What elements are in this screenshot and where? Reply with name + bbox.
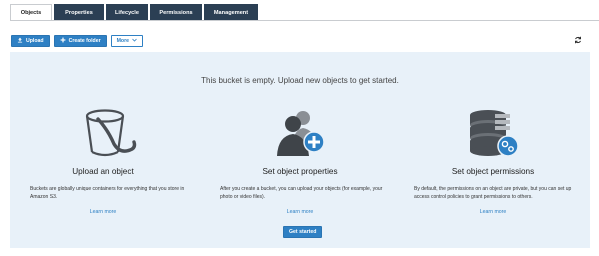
tab-objects[interactable]: Objects: [10, 4, 52, 21]
database-permissions-icon: [464, 108, 522, 163]
object-properties-title: Set object properties: [262, 167, 338, 176]
users-add-icon: [273, 108, 329, 163]
upload-object-learn-more-link[interactable]: Learn more: [18, 209, 188, 215]
bucket-icon: [78, 108, 140, 163]
tab-management[interactable]: Management: [204, 4, 258, 21]
object-permissions-learn-more-link[interactable]: Learn more: [408, 209, 578, 215]
refresh-icon[interactable]: [573, 36, 583, 46]
object-permissions-description: By default, the permissions on an object…: [414, 186, 572, 200]
more-button[interactable]: More: [110, 35, 143, 47]
empty-state-panel: This bucket is empty. Upload new objects…: [10, 52, 590, 248]
upload-icon: [17, 37, 23, 45]
get-started-button[interactable]: Get started: [283, 226, 323, 238]
tab-properties[interactable]: Properties: [54, 4, 104, 21]
tab-divider: [10, 20, 599, 21]
upload-object-description: Buckets are globally unique containers f…: [30, 186, 185, 200]
tab-bar: Objects Properties Lifecycle Permissions…: [10, 4, 260, 21]
upload-button[interactable]: Upload: [11, 35, 50, 47]
create-folder-button[interactable]: Create folder: [53, 35, 107, 47]
plus-icon: [60, 37, 66, 45]
object-properties-learn-more-link[interactable]: Learn more: [215, 209, 385, 215]
tab-permissions[interactable]: Permissions: [150, 4, 202, 21]
more-button-label: More: [116, 38, 129, 44]
object-properties-description: After you create a bucket, you can uploa…: [220, 186, 383, 200]
create-folder-button-label: Create folder: [68, 38, 101, 44]
upload-object-title: Upload an object: [72, 167, 134, 176]
toolbar: Upload Create folder More: [11, 35, 143, 47]
tab-lifecycle[interactable]: Lifecycle: [106, 4, 148, 21]
empty-bucket-message: This bucket is empty. Upload new objects…: [201, 76, 399, 85]
object-permissions-title: Set object permissions: [451, 167, 535, 176]
chevron-down-icon: [132, 38, 137, 44]
upload-button-label: Upload: [26, 38, 44, 44]
